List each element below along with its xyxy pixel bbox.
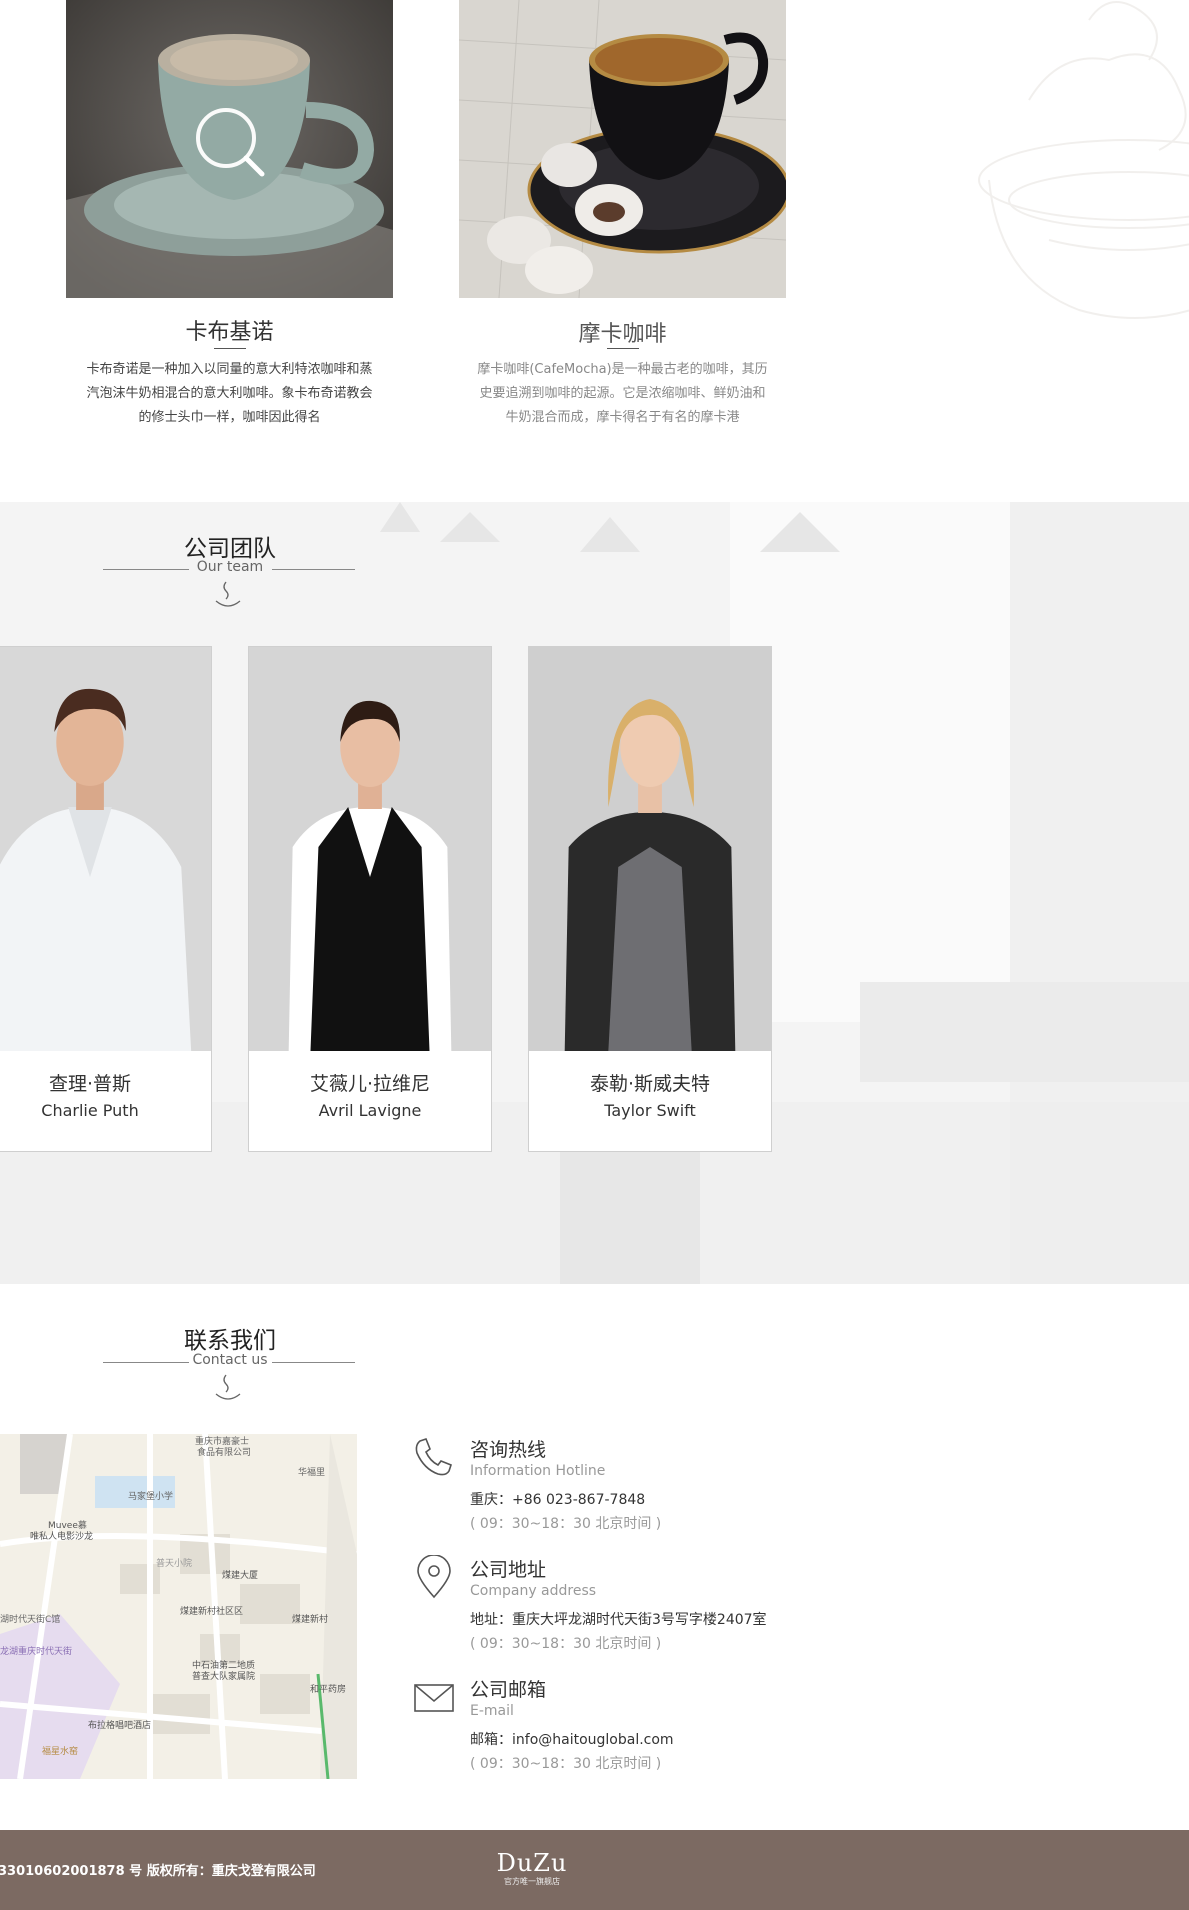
map-label: 和平药房 [310, 1685, 347, 1695]
map-label: 龙湖重庆时代天街 [0, 1647, 73, 1657]
coffee-steam-icon [215, 581, 241, 607]
contact-section: 联系我们 Contact us 重庆市嘉豪士 食品有限公司 马家堡小学 Muve… [0, 1284, 1189, 1830]
hotline-hours: ( 09：30~18：30 北京时间 ) [470, 1516, 662, 1532]
address-line: 地址：重庆大坪龙湖时代天街3号写字楼2407室 [470, 1612, 767, 1628]
address-subtitle: Company address [470, 1583, 597, 1599]
email-title: 公司邮箱 [470, 1679, 547, 1701]
desc-line: 的修士头巾一样，咖啡因此得名 [138, 410, 321, 425]
desc-line: 卡布奇诺是一种加入以同量的意大利特浓咖啡和蒸 [86, 362, 373, 377]
footer-copyright: 33010602001878 号 版权所有：重庆戈登有限公司 [0, 1864, 316, 1879]
mocha-image[interactable] [459, 0, 786, 298]
hotline-subtitle: Information Hotline [470, 1463, 606, 1479]
member-name-cn: 泰勒·斯威夫特 [589, 1073, 711, 1095]
logo-subtext: 官方唯一旗舰店 [504, 1877, 560, 1886]
coffee-steam-icon [215, 1374, 241, 1400]
member-name-en: Avril Lavigne [318, 1101, 422, 1120]
member-name-en: Charlie Puth [41, 1101, 139, 1120]
map-label: 华福里 [298, 1468, 326, 1478]
address-title: 公司地址 [470, 1559, 547, 1581]
title-underline [214, 348, 246, 349]
member-card-taylor[interactable]: 泰勒·斯威夫特 Taylor Swift [528, 646, 772, 1152]
member-photo [0, 647, 211, 1051]
location-pin-icon [417, 1555, 451, 1599]
map-label: 食品有限公司 [197, 1448, 252, 1458]
footer-logo[interactable]: DuZu 官方唯一旗舰店 [482, 1850, 582, 1894]
map-label: 普查大队家属院 [192, 1672, 256, 1682]
member-photo [529, 647, 771, 1051]
map-label: 马家堡小学 [128, 1492, 174, 1502]
address-hours: ( 09：30~18：30 北京时间 ) [470, 1636, 662, 1652]
product-title-cappuccino[interactable]: 卡布基诺 [66, 314, 393, 346]
member-name-cn: 查理·普斯 [48, 1073, 132, 1095]
team-title: 公司团队 [184, 536, 276, 562]
member-card-avril[interactable]: 艾薇儿·拉维尼 Avril Lavigne [248, 646, 492, 1152]
product-desc-mocha: 摩卡咖啡(CafeMocha)是一种最古老的咖啡，其历 史要追溯到咖啡的起源。它… [459, 358, 786, 430]
cappuccino-image[interactable] [66, 0, 393, 298]
title-rule-right [272, 569, 355, 570]
title-underline [607, 348, 639, 349]
map-label: 煤建新村社区区 [180, 1607, 244, 1617]
email-hours: ( 09：30~18：30 北京时间 ) [470, 1756, 662, 1772]
phone-icon [415, 1438, 452, 1476]
footer: 33010602001878 号 版权所有：重庆戈登有限公司 DuZu 官方唯一… [0, 1830, 1189, 1910]
products-section: 卡布基诺 卡布奇诺是一种加入以同量的意大利特浓咖啡和蒸 汽泡沫牛奶相混合的意大利… [0, 0, 1189, 502]
desc-line: 史要追溯到咖啡的起源。它是浓缩咖啡、鲜奶油和 [479, 386, 766, 401]
product-desc-cappuccino: 卡布奇诺是一种加入以同量的意大利特浓咖啡和蒸 汽泡沫牛奶相混合的意大利咖啡。象卡… [66, 358, 393, 430]
coffee-cup-decoration-icon [978, 1, 1189, 319]
member-name-en: Taylor Swift [604, 1101, 696, 1120]
hotline-title: 咨询热线 [470, 1439, 547, 1461]
mail-icon [414, 1684, 454, 1712]
contact-subtitle: Contact us [192, 1352, 268, 1368]
team-section: 公司团队 Our team 查理·普斯 Charlie Puth 艾薇儿·拉维尼 [0, 502, 1189, 1284]
hotline-number[interactable]: 重庆：+86 023-867-7848 [470, 1489, 645, 1509]
product-title-mocha[interactable]: 摩卡咖啡 [459, 316, 786, 348]
member-card-charlie[interactable]: 查理·普斯 Charlie Puth [0, 646, 212, 1152]
title-rule-right [272, 1362, 355, 1363]
member-photo [249, 647, 491, 1051]
email-address[interactable]: 邮箱：info@haitouglobal.com [470, 1729, 674, 1749]
member-name-cn: 艾薇儿·拉维尼 [309, 1073, 431, 1095]
desc-line: 摩卡咖啡(CafeMocha)是一种最古老的咖啡，其历 [477, 362, 768, 377]
desc-line: 汽泡沫牛奶相混合的意大利咖啡。象卡布奇诺教会 [86, 386, 373, 401]
team-subtitle: Our team [196, 559, 264, 575]
desc-line: 牛奶混合而成，摩卡得名于有名的摩卡港 [505, 410, 740, 425]
map-label: 布拉格唱吧酒店 [88, 1721, 152, 1731]
map-label: 普天小院 [156, 1559, 193, 1569]
map-label: 煤建新村 [292, 1615, 329, 1625]
email-subtitle: E-mail [470, 1703, 514, 1719]
logo-text: DuZu [496, 1849, 568, 1877]
location-map[interactable]: 重庆市嘉豪士 食品有限公司 马家堡小学 Muvee慕 唯私人电影沙龙 普天小院 … [0, 1434, 357, 1779]
map-label: 煤建大厦 [222, 1571, 259, 1581]
map-label: 福星水窑 [42, 1747, 79, 1757]
map-label: 湖时代天街C馆 [0, 1615, 61, 1625]
contact-title: 联系我们 [184, 1328, 276, 1354]
map-label: 唯私人电影沙龙 [30, 1532, 94, 1542]
